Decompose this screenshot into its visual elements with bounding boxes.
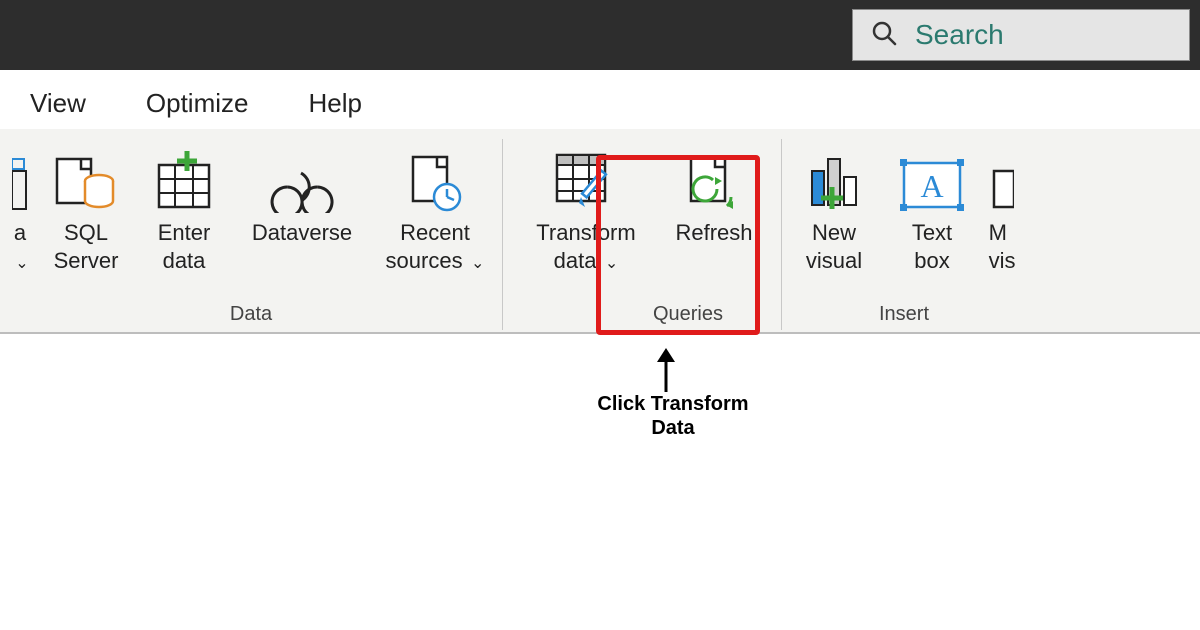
enter-data-icon	[153, 141, 215, 213]
group-insert: New visual A Text box	[782, 139, 1026, 330]
search-label: Search	[915, 19, 1004, 51]
text-box-icon: A	[898, 141, 966, 213]
enter-data-label: Enter data	[158, 213, 211, 274]
dataverse-button[interactable]: Dataverse	[240, 139, 364, 247]
sql-server-icon	[55, 141, 117, 213]
partial-label: a⌄	[11, 213, 28, 274]
menu-optimize[interactable]: Optimize	[146, 88, 249, 119]
group-label-insert: Insert	[792, 299, 1016, 326]
ribbon: a⌄ SQL Server	[0, 129, 1200, 334]
transform-data-button[interactable]: Transform data ⌄	[521, 139, 651, 274]
group-queries: Transform data ⌄ Refresh	[503, 139, 782, 330]
text-box-button[interactable]: A Text box	[890, 139, 974, 274]
refresh-label: Refresh	[675, 213, 752, 247]
menu-view[interactable]: View	[30, 88, 86, 119]
transform-data-label: Transform data ⌄	[536, 213, 635, 274]
sql-server-label: SQL Server	[54, 213, 119, 274]
group-data: a⌄ SQL Server	[0, 139, 503, 330]
chevron-down-icon: ⌄	[596, 255, 618, 272]
partial-button-left[interactable]: a⌄	[10, 139, 30, 274]
refresh-button[interactable]: Refresh	[665, 139, 763, 247]
menu-help[interactable]: Help	[308, 88, 361, 119]
new-visual-label: New visual	[806, 213, 862, 274]
annotation-arrow-icon	[654, 348, 678, 397]
text-box-label: Text box	[912, 213, 952, 274]
svg-text:A: A	[920, 168, 943, 204]
more-visuals-partial[interactable]: M vis	[988, 139, 1016, 274]
search-icon	[871, 20, 897, 51]
new-visual-button[interactable]: New visual	[792, 139, 876, 274]
more-visuals-label: M vis	[989, 213, 1016, 274]
new-visual-icon	[802, 141, 866, 213]
title-bar: Search	[0, 0, 1200, 70]
recent-sources-button[interactable]: Recent sources ⌄	[378, 139, 492, 274]
annotation-text: Click Transform Data	[588, 392, 758, 440]
enter-data-button[interactable]: Enter data	[142, 139, 226, 274]
sql-server-button[interactable]: SQL Server	[44, 139, 128, 274]
group-label-queries: Queries	[521, 299, 763, 326]
dataverse-label: Dataverse	[252, 213, 352, 247]
recent-sources-label: Recent sources ⌄	[386, 213, 485, 274]
group-label-data: Data	[10, 299, 492, 326]
dataverse-icon	[267, 141, 337, 213]
transform-data-icon	[551, 141, 621, 213]
chevron-down-icon: ⌄	[11, 255, 28, 272]
menu-bar: View Optimize Help	[0, 70, 1200, 129]
recent-sources-icon	[405, 141, 465, 213]
chevron-down-icon: ⌄	[463, 255, 485, 272]
search-box[interactable]: Search	[852, 9, 1190, 61]
refresh-icon	[685, 141, 743, 213]
